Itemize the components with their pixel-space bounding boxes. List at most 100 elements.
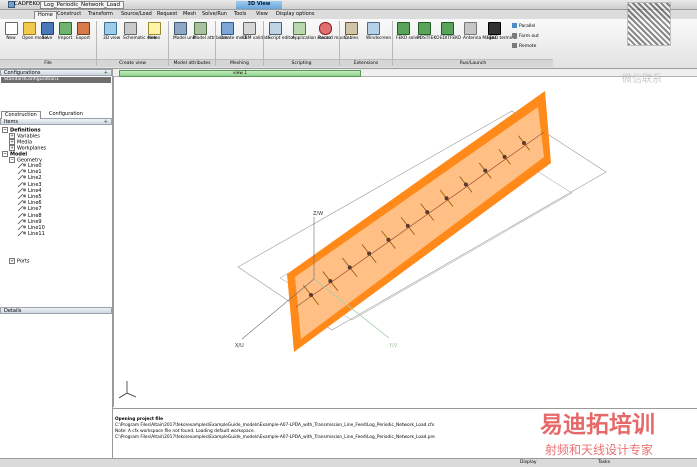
tab-construction[interactable]: Construction — [1, 111, 41, 119]
antenna-magus-button[interactable]: Antenna Magus — [463, 22, 496, 41]
record-macro-button[interactable]: Record macro — [318, 22, 348, 41]
dipole-port — [405, 223, 410, 228]
dipole-port — [328, 279, 333, 284]
tree-line-item[interactable]: Line5 — [17, 193, 42, 200]
substrate-face — [295, 107, 544, 339]
details-panel: Details — [0, 307, 113, 458]
import-button[interactable]: Import — [58, 22, 72, 41]
tree-line-item[interactable]: Line9 — [17, 218, 42, 225]
add-icon[interactable]: + — [104, 119, 108, 126]
collapse-icon[interactable]: − — [2, 127, 8, 133]
script-editor-button[interactable]: Script editor — [268, 22, 294, 41]
orientation-triad — [118, 381, 137, 399]
tree-line-item[interactable]: Line3 — [17, 181, 42, 188]
construction-panel: Construction Configuration Items + − Defin… — [0, 111, 113, 307]
schematic-view-button[interactable]: Schematic view — [123, 22, 157, 41]
dipole-port — [425, 210, 430, 215]
model-scene: Z/W X/U Y/V — [118, 91, 607, 399]
create-mesh-button[interactable]: Create mesh — [220, 22, 247, 41]
model-unit-icon — [173, 22, 187, 35]
collapse-icon[interactable]: − — [9, 157, 15, 163]
document-tab[interactable]: Log_Periodic_Network_Load — [40, 1, 124, 9]
postfeko-button[interactable]: POSTFEKO — [417, 22, 439, 41]
cables-button[interactable]: Cables — [344, 22, 358, 41]
tree-line-item[interactable]: Line2 — [17, 175, 42, 181]
tab-configuration[interactable]: Configuration — [46, 111, 86, 118]
create-mesh-icon — [220, 22, 234, 35]
collapse-icon[interactable]: − — [2, 151, 8, 157]
model-attributes-button[interactable]: Model attributes — [193, 22, 228, 41]
line-geometry-icon — [17, 230, 27, 237]
save-button[interactable]: Save — [40, 22, 54, 41]
tree-line-item[interactable]: Line0 — [17, 162, 42, 169]
application-macro-button[interactable]: Application macro — [292, 22, 331, 41]
tab-solve-run[interactable]: Solve/Run — [199, 11, 230, 18]
tree-line-item[interactable]: Line10 — [17, 224, 45, 231]
watermark-top: 微信联系 — [622, 74, 662, 85]
export-icon — [76, 22, 90, 35]
dipole-port — [502, 154, 507, 159]
antenna-magus-icon — [463, 22, 477, 35]
new-button[interactable]: New — [4, 22, 18, 41]
tab-construct[interactable]: Construct — [54, 11, 84, 18]
view3d-icon — [103, 22, 117, 35]
dipole-port — [309, 293, 313, 297]
tab-display-options[interactable]: Display options — [273, 11, 317, 18]
line-geometry-icon — [17, 187, 27, 194]
editfeko-button[interactable]: EDITFEKO — [440, 22, 461, 41]
model-unit-button[interactable]: Model unit — [173, 22, 196, 41]
message-line: Opening project file — [115, 417, 164, 422]
feko-terminal-icon — [487, 22, 501, 35]
axis-label-y: Y/V — [388, 343, 398, 349]
open-model-button[interactable]: Open model — [22, 22, 48, 41]
tree-line-item[interactable]: Line8 — [17, 212, 42, 219]
feko-solver-button[interactable]: FEKO solver — [396, 22, 422, 41]
line-geometry-icon — [17, 168, 27, 175]
group-meshing: Meshing — [216, 59, 263, 67]
farm-out-option[interactable]: Farm out — [512, 32, 550, 42]
items-header: Items + — [0, 118, 112, 125]
add-icon[interactable]: + — [104, 70, 108, 77]
remote-option[interactable]: Remote — [512, 42, 550, 52]
feko-solver-icon — [396, 22, 410, 35]
tree-line-item[interactable]: Line7 — [17, 206, 42, 212]
tab-source-load[interactable]: Source/Load — [118, 11, 155, 18]
message-line: C:\Program Files\Altair\2017\feko\exampl… — [115, 435, 435, 440]
status-display[interactable]: Display — [520, 460, 537, 465]
tab-view[interactable]: View — [253, 11, 271, 18]
tab-mesh[interactable]: Mesh — [180, 11, 199, 18]
windscreen-button[interactable]: Windscreen — [366, 22, 391, 41]
tab-request[interactable]: Request — [154, 11, 180, 18]
tree-line-item[interactable]: Line6 — [17, 199, 42, 206]
tree-line-item[interactable]: Line1 — [17, 168, 42, 175]
notes-button[interactable]: Notes — [147, 22, 161, 41]
status-tasks[interactable]: Tasks — [598, 460, 610, 465]
cem-validate-button[interactable]: CEM validate — [242, 22, 270, 41]
save-icon — [40, 22, 54, 35]
tree-line-item[interactable]: Line11 — [17, 230, 45, 237]
line-geometry-icon — [17, 218, 27, 225]
axis-label-z: Z/W — [313, 211, 323, 217]
tree-ports[interactable]: + Ports — [9, 258, 30, 265]
parallel-option[interactable]: Parallel — [512, 22, 550, 32]
dipole-port — [386, 237, 391, 242]
editfeko-icon — [440, 22, 454, 35]
tab-transform[interactable]: Transform — [85, 11, 116, 18]
schematic-icon — [123, 22, 137, 35]
parallel-icon — [512, 23, 517, 28]
tab-tools[interactable]: Tools — [231, 11, 249, 18]
tree-line-item[interactable]: Line4 — [17, 187, 42, 194]
ribbon: New Open model Save Import Export 3D vie… — [0, 19, 697, 69]
3d-view-button[interactable]: 3D view — [103, 22, 120, 41]
feko-terminal-button[interactable]: FEKO terminal — [487, 22, 517, 41]
expand-icon[interactable]: + — [9, 258, 15, 264]
windscreen-icon — [366, 22, 380, 35]
line-geometry-icon — [17, 175, 27, 181]
view-tab[interactable]: view 1 — [119, 70, 361, 77]
dipole-port — [444, 196, 449, 201]
3d-viewport[interactable]: Z/W X/U Y/V — [113, 77, 697, 407]
script-editor-icon — [268, 22, 282, 35]
export-button[interactable]: Export — [76, 22, 90, 41]
line-geometry-icon — [17, 212, 27, 218]
configuration-item[interactable]: StandardConfiguration1 — [1, 77, 111, 83]
